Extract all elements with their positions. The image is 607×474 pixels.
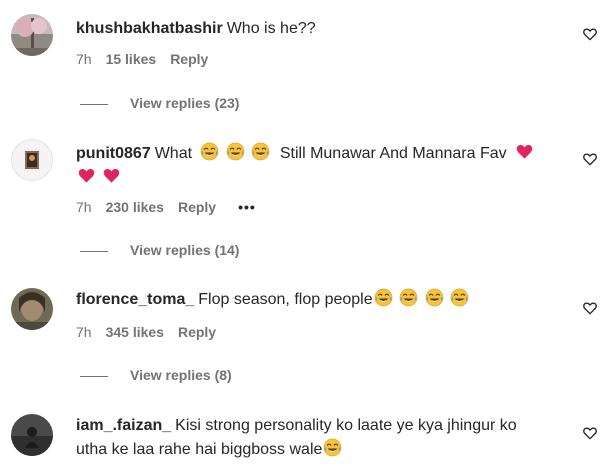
timestamp: 7h bbox=[76, 324, 92, 340]
red-heart-emoji-icon bbox=[77, 166, 96, 185]
comment-meta: 7h 345 likes Reply bbox=[76, 323, 230, 341]
comment-body-continued: utha ke laa rahe hai biggboss wale bbox=[76, 441, 323, 458]
like-heart-icon[interactable] bbox=[582, 151, 598, 167]
like-heart-icon[interactable] bbox=[582, 26, 598, 42]
laughing-emoji-icon bbox=[425, 288, 444, 307]
view-replies-label: View replies (14) bbox=[130, 242, 240, 258]
laughing-emoji-icon bbox=[374, 288, 393, 307]
comment-text: florence_toma_ Flop season, flop people bbox=[76, 288, 556, 312]
reply-button[interactable]: Reply bbox=[178, 198, 216, 216]
avatar[interactable] bbox=[11, 288, 53, 330]
laughing-emoji-icon bbox=[450, 288, 469, 307]
comment-body-continued: Still Munawar And Mannara Fav bbox=[279, 145, 507, 162]
likes-count[interactable]: 345 likes bbox=[106, 323, 164, 341]
view-replies-button[interactable]: View replies (23) bbox=[80, 94, 239, 112]
reply-divider-line bbox=[80, 103, 108, 105]
timestamp: 7h bbox=[76, 51, 92, 67]
laughing-emoji-icon bbox=[323, 438, 342, 457]
comment-body: What bbox=[154, 145, 193, 162]
view-replies-button[interactable]: View replies (14) bbox=[80, 241, 239, 259]
comment-body: Flop season, flop people bbox=[198, 291, 373, 308]
likes-count[interactable]: 230 likes bbox=[106, 198, 164, 216]
comment-meta: 7h 15 likes Reply bbox=[76, 50, 222, 68]
like-heart-icon[interactable] bbox=[582, 300, 598, 316]
laughing-emoji-icon bbox=[251, 142, 270, 161]
view-replies-label: View replies (8) bbox=[130, 367, 232, 383]
comment-body: Who is he?? bbox=[226, 20, 316, 37]
likes-count[interactable]: 15 likes bbox=[106, 50, 157, 68]
laughing-emoji-icon bbox=[226, 142, 245, 161]
more-options-icon[interactable]: ••• bbox=[238, 198, 256, 216]
laughing-emoji-icon bbox=[399, 288, 418, 307]
avatar[interactable] bbox=[11, 139, 53, 181]
reply-button[interactable]: Reply bbox=[178, 323, 216, 341]
username[interactable]: punit0867 bbox=[76, 145, 151, 162]
view-replies-button[interactable]: View replies (8) bbox=[80, 366, 232, 384]
view-replies-label: View replies (23) bbox=[130, 95, 240, 111]
comment-text: khushbakhatbashir Who is he?? bbox=[76, 17, 556, 41]
avatar[interactable] bbox=[11, 414, 53, 456]
laughing-emoji-icon bbox=[200, 142, 219, 161]
comment-text: punit0867 What Still Munawar And Mannara … bbox=[76, 142, 566, 190]
comment-meta: 7h 230 likes Reply ••• bbox=[76, 198, 270, 216]
avatar[interactable] bbox=[11, 14, 53, 56]
reply-button[interactable]: Reply bbox=[170, 50, 208, 68]
username[interactable]: florence_toma_ bbox=[76, 291, 194, 308]
reply-divider-line bbox=[80, 250, 108, 252]
timestamp: 7h bbox=[76, 199, 92, 215]
red-heart-emoji-icon bbox=[515, 142, 534, 161]
username[interactable]: khushbakhatbashir bbox=[76, 20, 223, 37]
reply-divider-line bbox=[80, 375, 108, 377]
red-heart-emoji-icon bbox=[102, 166, 121, 185]
like-heart-icon[interactable] bbox=[582, 425, 598, 441]
username[interactable]: iam_.faizan_ bbox=[76, 417, 171, 434]
comment-text: iam_.faizan_ Kisi strong personality ko l… bbox=[76, 414, 556, 462]
comment-body: Kisi strong personality ko laate ye kya … bbox=[175, 417, 517, 434]
